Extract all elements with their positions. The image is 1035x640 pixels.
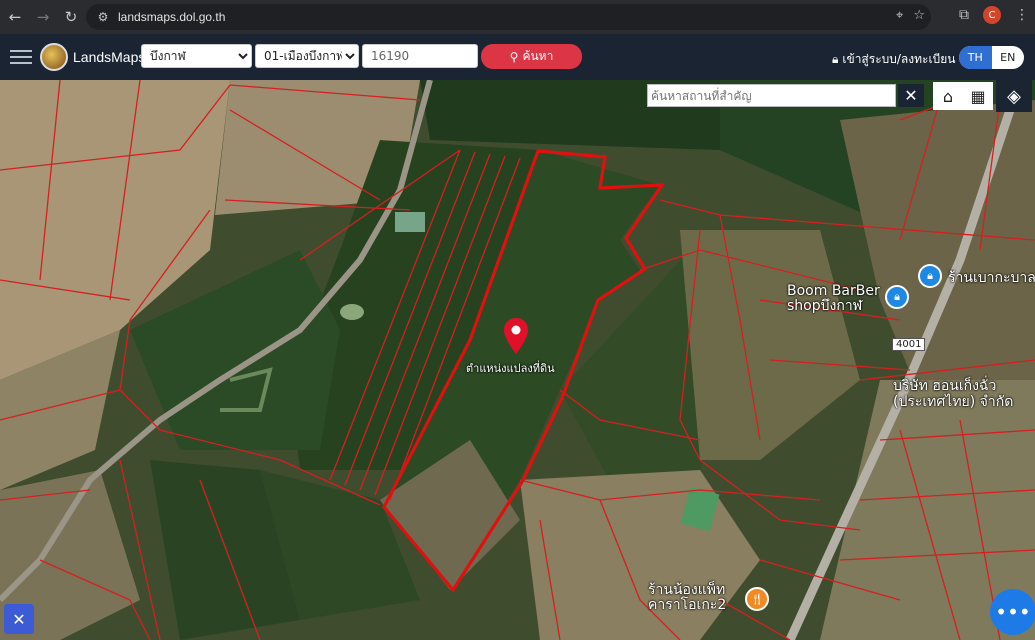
lang-th-button[interactable]: TH — [959, 46, 992, 69]
language-toggle[interactable]: TH EN — [959, 46, 1024, 69]
district-select[interactable]: 01-เมืองบึงกาฬ — [255, 44, 359, 68]
tools-icon[interactable]: ✕ — [4, 604, 34, 634]
reload-icon[interactable]: ↻ — [58, 4, 84, 30]
profile-avatar[interactable]: C — [983, 6, 1001, 24]
place-search-input[interactable] — [647, 84, 896, 107]
home-icon[interactable]: ⌂ — [933, 82, 963, 110]
browser-toolbar: ← → ↻ ⚙ landsmaps.dol.go.th ⌖ ☆ ⧉ C ⋮ — [0, 0, 1035, 34]
brand-title: LandsMaps — [73, 49, 146, 65]
more-options-button[interactable]: ••• — [990, 589, 1035, 635]
poi-karaoke-label: ร้านน้องแพ็ท คาราโอเกะ2 — [648, 582, 727, 613]
lock-icon: 🔒︎ — [832, 52, 839, 66]
province-select[interactable]: บึงกาฬ — [141, 44, 252, 68]
star-icon[interactable]: ☆ — [913, 8, 925, 23]
poi-shop-right-label: ร้านเบากะบาล — [948, 270, 1035, 286]
poi-company-label: บริษัท ฮอนเก็งฉั่ว (ประเทศไทย) จำกัด — [893, 378, 1014, 410]
location-icon[interactable]: ⌖ — [896, 8, 903, 23]
hamburger-menu-icon[interactable] — [10, 50, 32, 64]
road-number-badge: 4001 — [892, 338, 926, 351]
search-icon: ⚲ — [509, 49, 519, 64]
parcel-code-input[interactable] — [362, 44, 478, 68]
restaurant-poi-icon[interactable]: 🍴︎ — [745, 587, 769, 611]
poi-barber-label: Boom BarBer shopบึงกาฬ — [787, 283, 880, 314]
puzzle-icon[interactable]: ⧉ — [959, 7, 969, 23]
more-vert-icon[interactable]: ⋮ — [1015, 7, 1029, 23]
logo — [40, 43, 68, 71]
shop-poi-icon[interactable]: 🔒︎ — [918, 264, 942, 288]
app-header: LandsMaps บึงกาฬ 01-เมืองบึงกาฬ ⚲ ค้นหา … — [0, 34, 1035, 80]
lang-en-button[interactable]: EN — [992, 46, 1025, 69]
url-text[interactable]: landsmaps.dol.go.th — [118, 10, 225, 24]
login-label: เข้าสู่ระบบ/ลงทะเบียน — [842, 52, 956, 66]
address-bar[interactable]: ⚙ landsmaps.dol.go.th ⌖ ☆ — [86, 4, 931, 30]
barber-poi-icon[interactable]: 🔒︎ — [885, 285, 909, 309]
parcel-location-label: ตำแหน่งแปลงที่ดิน — [466, 362, 555, 375]
tune-icon[interactable]: ⚙ — [92, 10, 114, 24]
login-link[interactable]: 🔒︎ เข้าสู่ระบบ/ลงทะเบียน — [832, 50, 955, 69]
grid-icon[interactable]: ▦ — [963, 82, 993, 110]
search-button[interactable]: ⚲ ค้นหา — [481, 44, 582, 69]
forward-arrow-icon[interactable]: → — [30, 4, 56, 30]
layers-icon[interactable]: ◈ — [996, 80, 1032, 112]
close-icon[interactable]: ✕ — [898, 84, 924, 107]
map-pin-icon[interactable] — [503, 318, 529, 354]
search-button-label: ค้นหา — [522, 49, 554, 63]
back-arrow-icon[interactable]: ← — [2, 4, 28, 30]
